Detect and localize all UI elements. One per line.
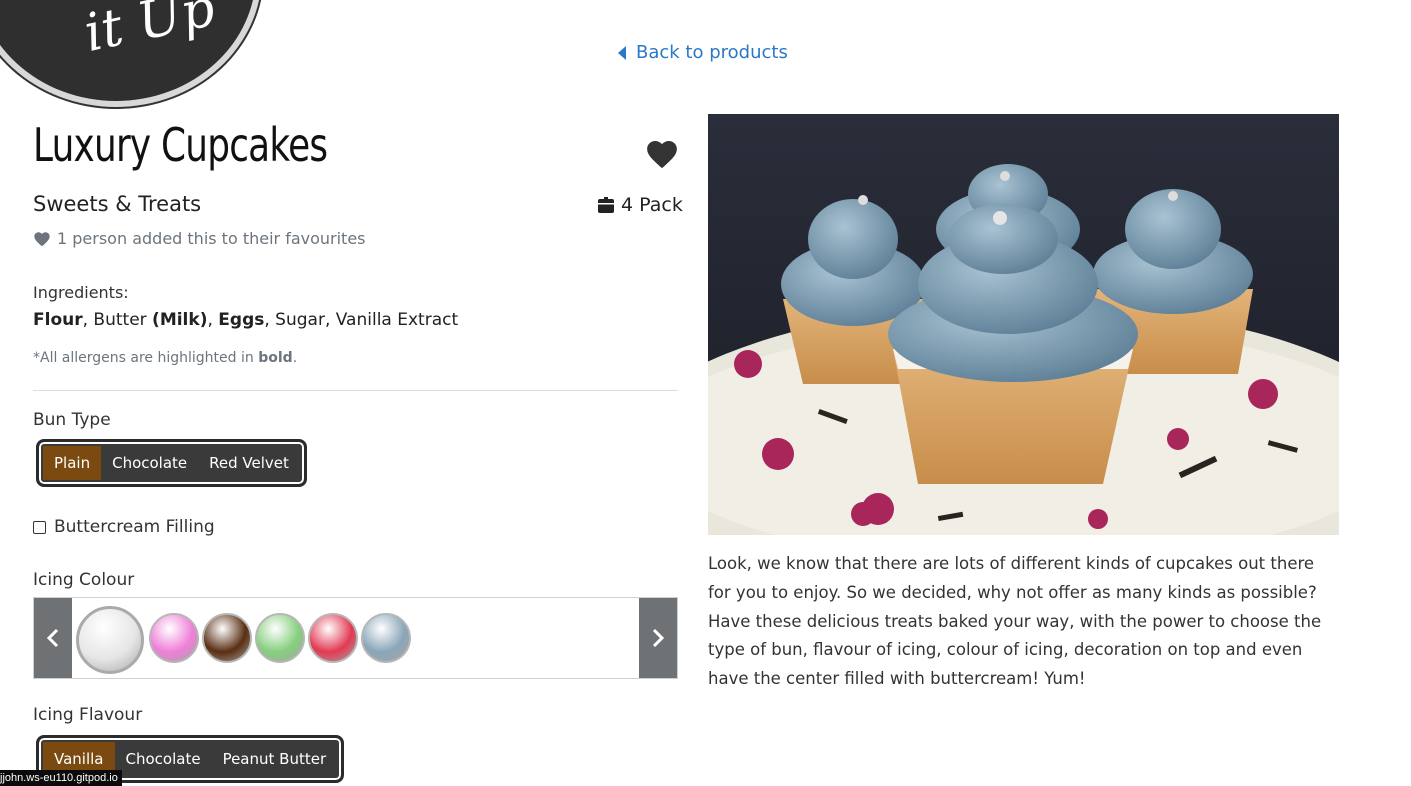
ingredient-separator: , (324, 310, 336, 330)
icing-swatch-white[interactable] (76, 606, 144, 674)
flavour-option-chocolate[interactable]: Chocolate (114, 742, 212, 776)
allergen-note-prefix: *All allergens are highlighted in (33, 350, 259, 366)
icing-swatch-red[interactable] (308, 613, 358, 663)
buttercream-filling-option[interactable]: Buttercream Filling (33, 517, 215, 537)
ingredient-item: Flour (33, 310, 83, 330)
back-link-label: Back to products (636, 42, 788, 63)
caret-left-icon (618, 45, 626, 60)
ingredient-item: Eggs (218, 310, 265, 330)
icing-colour-label: Icing Colour (33, 570, 135, 590)
buttercream-filling-checkbox[interactable] (33, 520, 46, 534)
ingredients-label: Ingredients: (33, 283, 129, 302)
icing-colour-carousel (33, 597, 678, 679)
allergen-note-bold: bold (258, 350, 293, 366)
ingredient-separator: , (82, 310, 94, 330)
favourites-text: 1 person added this to their favourites (57, 229, 366, 248)
chevron-right-icon (652, 628, 665, 648)
product-category: Sweets & Treats (33, 192, 202, 216)
ingredient-item: Butter (93, 310, 153, 330)
ingredients-list: Flour, Butter (Milk), Eggs, Sugar, Vanil… (33, 310, 458, 330)
icing-swatch-pink[interactable] (149, 613, 199, 663)
favourites-count: 1 person added this to their favourites (33, 229, 366, 248)
product-title: Luxury Cupcakes (33, 118, 328, 172)
logo-text: it Up (79, 0, 220, 64)
bun-type-label: Bun Type (33, 410, 111, 430)
bun-option-red-velvet[interactable]: Red Velvet (198, 446, 300, 480)
section-divider (33, 390, 678, 391)
icing-swatch-blue-grey[interactable] (361, 613, 411, 663)
ingredient-separator: , (264, 310, 276, 330)
icing-flavour-label: Icing Flavour (33, 705, 143, 725)
icing-swatch-brown[interactable] (202, 613, 252, 663)
allergen-note-suffix: . (292, 350, 298, 366)
buttercream-filling-label: Buttercream Filling (54, 517, 215, 537)
box-icon (598, 197, 614, 213)
back-to-products-link[interactable]: Back to products (618, 42, 788, 63)
carousel-next-button[interactable] (639, 598, 677, 678)
carousel-prev-button[interactable] (34, 598, 72, 678)
bun-type-group: Plain Chocolate Red Velvet (36, 439, 307, 487)
ingredient-item: (Milk) (152, 310, 208, 330)
bun-option-plain[interactable]: Plain (43, 446, 102, 480)
flavour-option-peanut-butter[interactable]: Peanut Butter (211, 742, 338, 776)
product-description: Look, we know that there are lots of dif… (708, 554, 1322, 689)
chevron-left-icon (46, 628, 59, 648)
favourite-heart-icon[interactable] (645, 138, 679, 170)
ingredient-separator: , (207, 310, 219, 330)
product-image (708, 114, 1339, 535)
pack-size: 4 Pack (597, 194, 683, 216)
ingredient-item: Vanilla Extract (335, 310, 459, 330)
ingredient-item: Sugar (275, 310, 325, 330)
allergen-note: *All allergens are highlighted in bold. (33, 350, 297, 366)
site-logo[interactable]: it Up (0, 0, 262, 107)
bun-option-chocolate[interactable]: Chocolate (101, 446, 199, 480)
pack-size-label: 4 Pack (621, 194, 683, 216)
icing-swatch-green[interactable] (255, 613, 305, 663)
heart-icon (34, 231, 50, 246)
